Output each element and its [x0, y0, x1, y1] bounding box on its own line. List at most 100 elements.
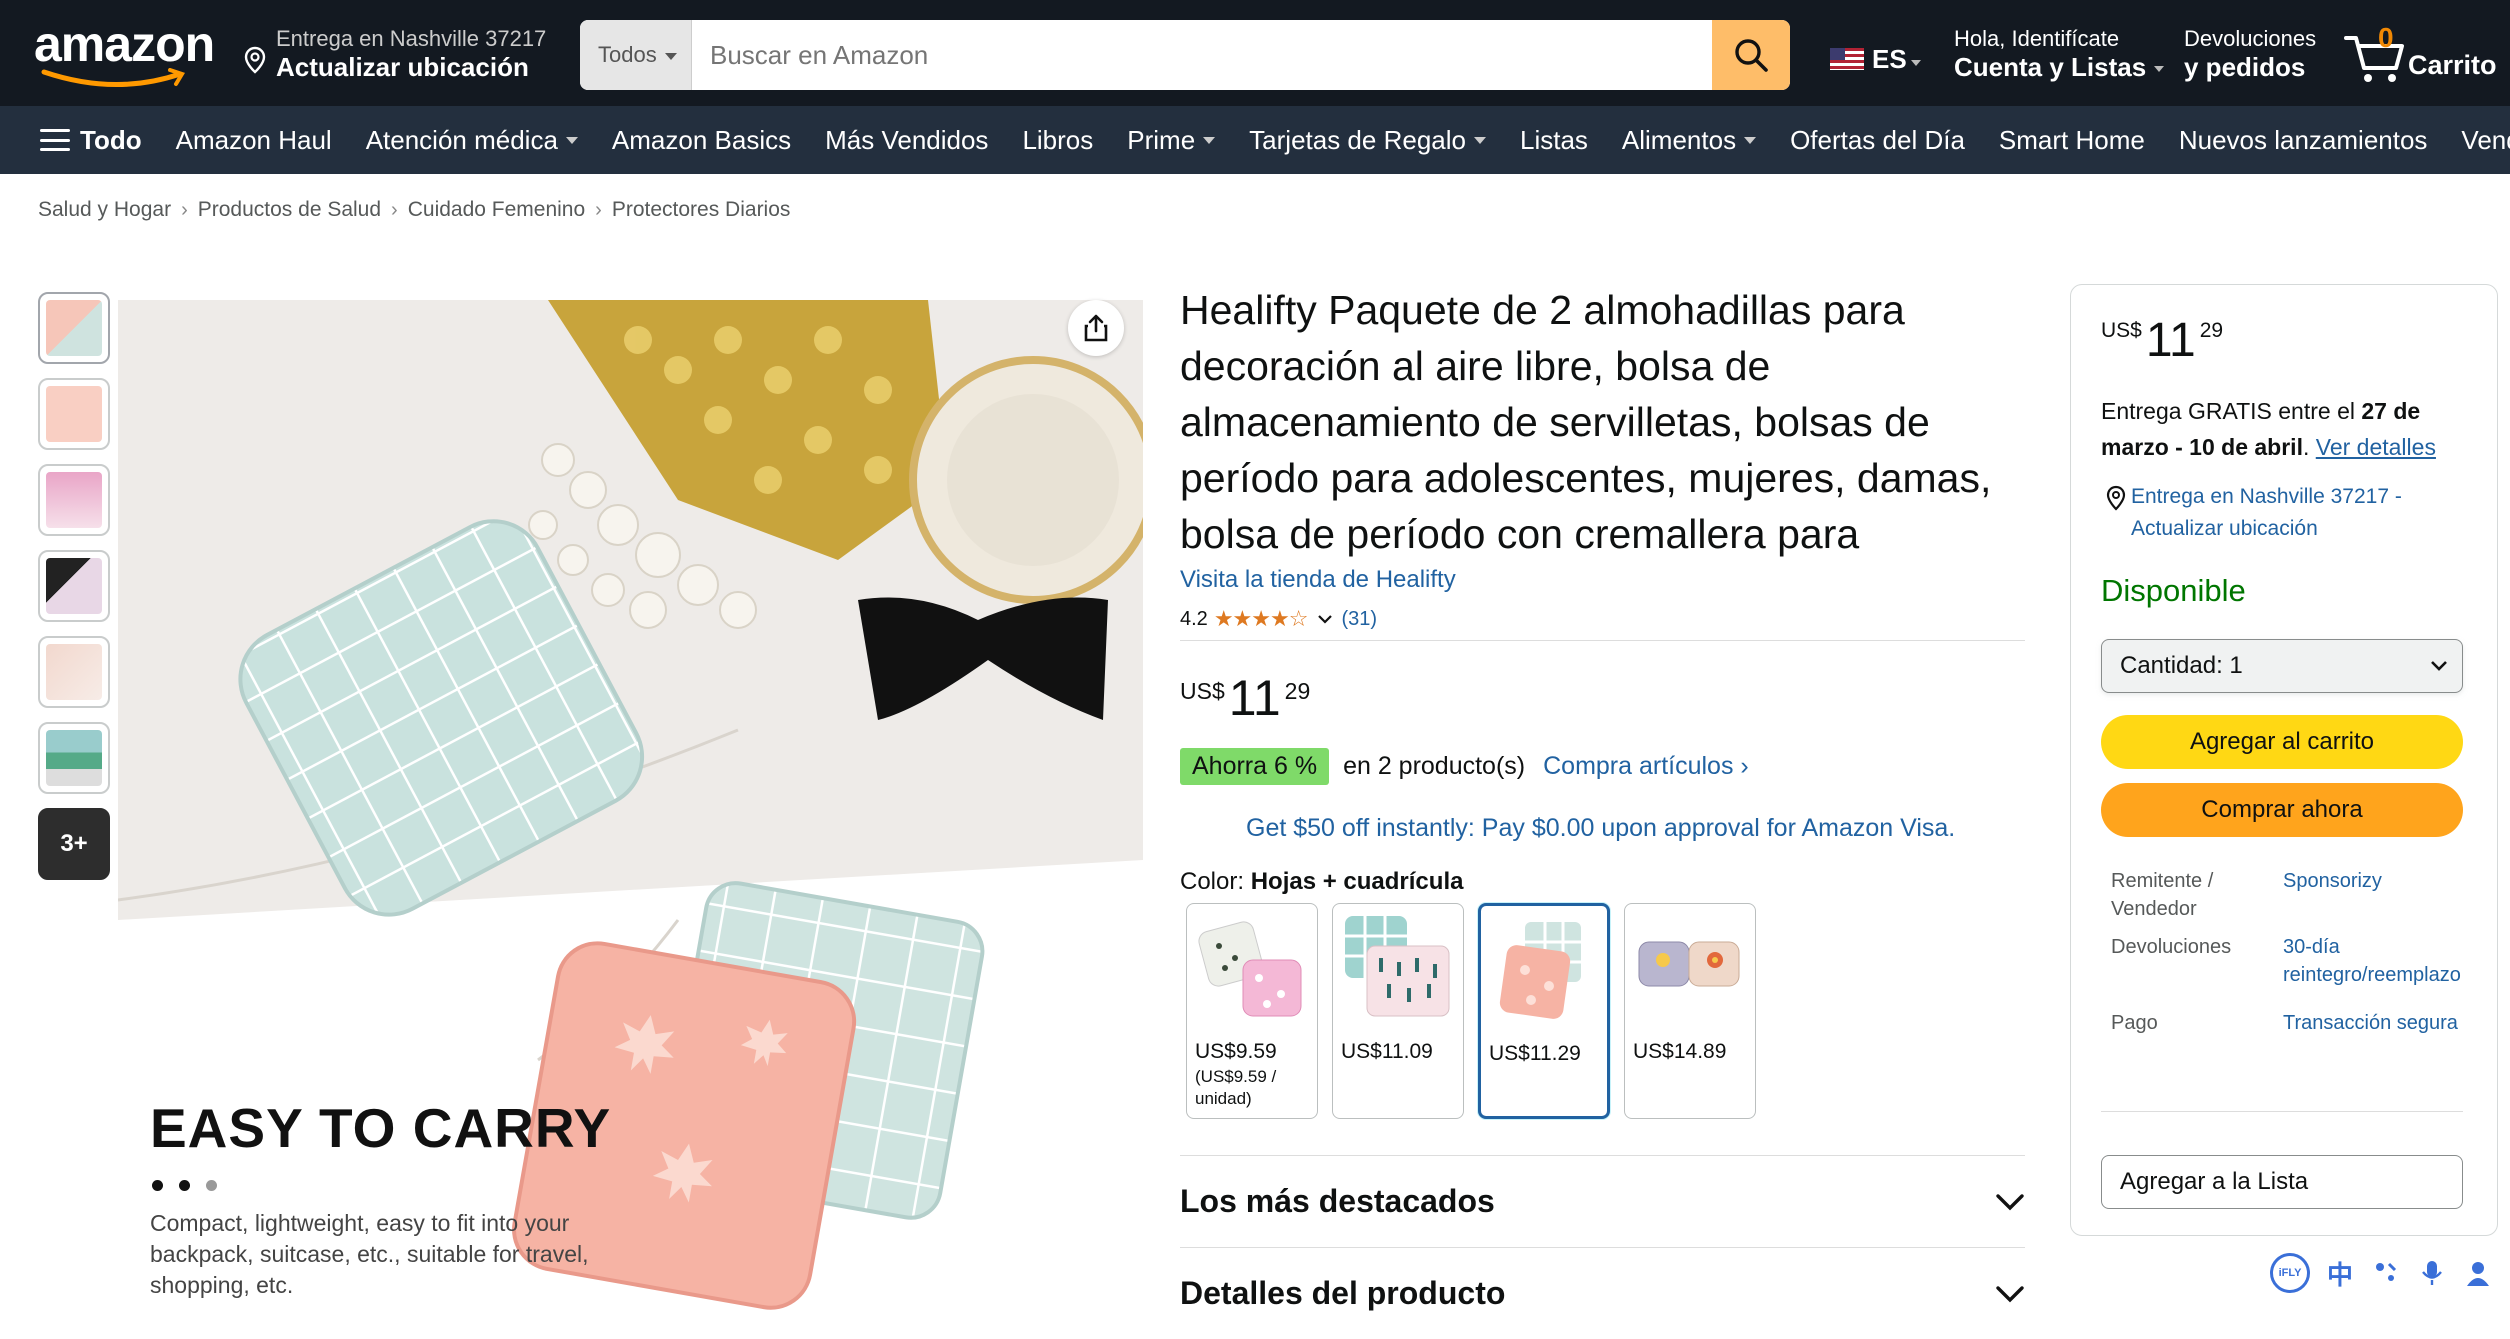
chevron-down-icon	[664, 52, 677, 60]
buy-now-button[interactable]: Comprar ahora	[2101, 783, 2463, 837]
breadcrumb: Salud y Hogar › Productos de Salud › Cuida…	[38, 198, 790, 222]
price-currency: US$	[2101, 319, 2142, 342]
cart-link[interactable]: 0 Carrito	[2344, 22, 2504, 86]
accordion-title: Los más destacados	[1180, 1183, 1495, 1219]
header-bar: amazon Entrega en Nashville 37217 Actual…	[0, 0, 2510, 106]
nav-item[interactable]: Atención médica	[366, 125, 578, 156]
more-images-button[interactable]: 3+	[38, 808, 110, 880]
deliver-to[interactable]: Entrega en Nashville 37217 Actualizar ub…	[240, 24, 550, 84]
nav-item[interactable]: Libros	[1022, 125, 1093, 156]
nav-item[interactable]: Tarjetas de Regalo	[1249, 125, 1486, 156]
ifly-logo-icon[interactable]: iFLY	[2270, 1253, 2310, 1293]
swatch-price: US$14.89	[1633, 1040, 1727, 1063]
location-pin-icon	[244, 46, 266, 74]
thumbnail-6[interactable]	[38, 722, 110, 794]
nav-item-label: Más Vendidos	[825, 124, 989, 155]
delivery-details-link[interactable]: Ver detalles	[2316, 434, 2436, 460]
nav-item-label: Nuevos lanzamientos	[2178, 124, 2428, 155]
quantity-select[interactable]: Cantidad: 1	[2101, 639, 2463, 693]
thumbnail-2[interactable]	[38, 378, 110, 450]
product-title: Healifty Paquete de 2 almohadillas para …	[1180, 287, 1992, 557]
nav-item-label: Ofertas del Día	[1790, 124, 1965, 155]
returns-link[interactable]: 30-día reintegro/reemplazo	[2283, 933, 2481, 989]
delivery-location-link[interactable]: Entrega en Nashville 37217 - Actualizar …	[2101, 481, 2481, 545]
share-button[interactable]	[1068, 300, 1124, 356]
swatch-option-selected[interactable]: US$11.29	[1478, 903, 1610, 1119]
chevron-down-icon[interactable]	[1317, 613, 1333, 625]
breadcrumb-item[interactable]: Productos de Salud	[198, 198, 381, 222]
share-icon	[1084, 314, 1108, 342]
nav-item[interactable]: Amazon Basics	[612, 125, 791, 156]
thumbnail-3[interactable]	[38, 464, 110, 536]
ime-toolbar: iFLY 中	[2262, 1248, 2510, 1298]
seller-info: Remitente / Vendedor Sponsorizy Devolucio…	[2111, 867, 2481, 1047]
thumbnail-4[interactable]	[38, 550, 110, 622]
savings-badge: Ahorra 6 %	[1180, 748, 1330, 785]
star-rating-icon[interactable]: ★★★★☆	[1214, 606, 1309, 632]
store-link[interactable]: Visita la tienda de Healifty	[1180, 566, 1456, 594]
search-input[interactable]	[692, 20, 1692, 90]
nav-item[interactable]: Nuevos lanzamientos	[2179, 125, 2428, 156]
chevron-right-icon: ›	[391, 198, 398, 221]
nav-item-label: Listas	[1519, 124, 1588, 155]
nav-item[interactable]: Prime	[1127, 125, 1216, 156]
accordion-product-details[interactable]: Detalles del producto	[1180, 1247, 2025, 1339]
chevron-down-icon	[2154, 66, 2165, 73]
shop-items-link[interactable]: Compra artículos ›	[1543, 752, 1749, 781]
nav-item[interactable]: Amazon Haul	[176, 125, 332, 156]
account-menu[interactable]: Hola, Identifícate Cuenta y Listas	[1954, 26, 2165, 83]
payment-link[interactable]: Transacción segura	[2283, 1009, 2481, 1037]
nav-item[interactable]: Ofertas del Día	[1790, 125, 1965, 156]
chevron-right-icon: ›	[181, 198, 188, 221]
rating-count-link[interactable]: (31)	[1341, 608, 1377, 631]
language-selector[interactable]: ES	[1830, 44, 1921, 74]
swatch-price: US$11.09	[1341, 1040, 1433, 1063]
seller-link[interactable]: Sponsorizy	[2283, 867, 2481, 923]
breadcrumb-item[interactable]: Salud y Hogar	[38, 198, 171, 222]
product-photo	[118, 300, 1143, 1335]
breadcrumb-item[interactable]: Cuidado Femenino	[408, 198, 585, 222]
color-label-key: Color:	[1180, 868, 1245, 895]
nav-item[interactable]: Vender	[2461, 125, 2510, 156]
search-button[interactable]	[1712, 20, 1790, 90]
swatch-option[interactable]: US$11.09	[1332, 903, 1464, 1119]
color-value: Hojas + cuadrícula	[1250, 868, 1464, 895]
nav-all-menu[interactable]: Todo	[40, 125, 142, 156]
microphone-icon[interactable]	[2416, 1257, 2448, 1289]
thumbnail-list: 3+	[38, 292, 112, 894]
buy-box: US$ 11 29 Entrega GRATIS entre el 27 de …	[2070, 284, 2498, 1236]
returns-orders-link[interactable]: Devoluciones y pedidos	[2184, 26, 2316, 83]
nav-item[interactable]: Alimentos	[1622, 125, 1757, 156]
add-to-cart-button[interactable]: Agregar al carrito	[2101, 715, 2463, 769]
swatch-option[interactable]: US$14.89	[1624, 903, 1756, 1119]
returns-key: Devoluciones	[2111, 936, 2232, 958]
color-swatches: US$9.59 (US$9.59 / unidad) US$11.09 US$1…	[1186, 903, 1756, 1119]
user-icon[interactable]	[2462, 1257, 2494, 1289]
visa-promo-link[interactable]: Get $50 off instantly: Pay $0.00 upon ap…	[1246, 814, 1955, 843]
breadcrumb-item[interactable]: Protectores Diarios	[612, 198, 791, 222]
amazon-logo[interactable]: amazon	[34, 18, 215, 88]
account-label: Cuenta y Listas	[1954, 52, 2147, 82]
nav-item[interactable]: Listas	[1520, 125, 1588, 156]
thumbnail-5[interactable]	[38, 636, 110, 708]
nav-item-label: Smart Home	[1998, 124, 2145, 155]
accordion-highlights[interactable]: Los más destacados	[1180, 1155, 2025, 1247]
thumbnail-1[interactable]	[38, 292, 110, 364]
nav-item[interactable]: Más Vendidos	[825, 125, 988, 156]
swatch-image	[1489, 914, 1603, 1026]
quantity-label: Cantidad: 1	[2120, 652, 2243, 679]
swatch-unit-price: (US$9.59 / unidad)	[1195, 1067, 1277, 1108]
nav-item[interactable]: Smart Home	[1999, 125, 2145, 156]
main-product-image[interactable]	[118, 300, 1143, 1335]
search-category-select[interactable]: Todos	[580, 20, 692, 90]
us-flag-icon	[1830, 48, 1864, 70]
chevron-down-icon	[1996, 1285, 2024, 1302]
location-pin-icon	[2106, 485, 2126, 511]
nav-item-label: Atención médica	[365, 124, 558, 155]
chinese-input-toggle[interactable]: 中	[2324, 1257, 2356, 1290]
image-carousel-dots	[152, 1180, 217, 1191]
swatch-option[interactable]: US$9.59 (US$9.59 / unidad)	[1186, 903, 1318, 1119]
add-to-list-button[interactable]: Agregar a la Lista	[2101, 1155, 2463, 1209]
punctuation-icon[interactable]	[2370, 1257, 2402, 1289]
savings-text: en 2 producto(s)	[1343, 752, 1526, 780]
